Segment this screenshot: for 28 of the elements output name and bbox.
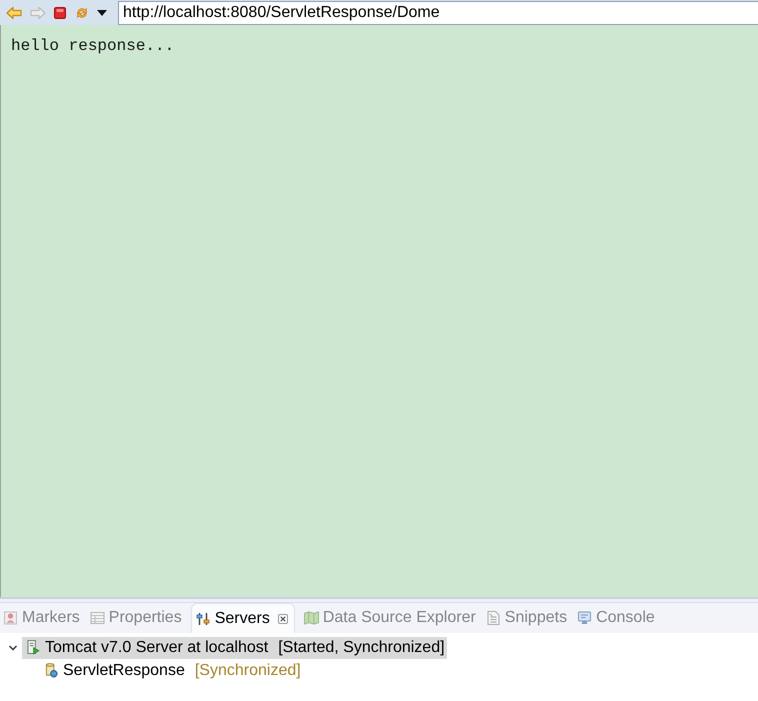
close-icon[interactable] xyxy=(278,614,288,624)
table-icon xyxy=(90,611,105,625)
server-name: Tomcat v7.0 Server at localhost xyxy=(45,638,268,656)
view-tab[interactable]: Data Source Explorer xyxy=(302,603,477,633)
module-name: ServletResponse xyxy=(63,662,185,680)
document-icon xyxy=(486,611,501,625)
tree-item[interactable]: Tomcat v7.0 Server at localhost [Started, Synchronized] xyxy=(22,636,447,658)
view-tab[interactable]: Markers xyxy=(2,603,81,633)
module-status: [Synchronized] xyxy=(194,662,301,680)
expand-chevron-icon[interactable] xyxy=(8,642,18,652)
tree-item[interactable]: ServletResponse [Synchronized] xyxy=(40,660,303,682)
sliders-icon xyxy=(196,612,211,626)
portrait-icon xyxy=(3,611,18,625)
server-play-icon xyxy=(27,640,40,655)
view-tab[interactable]: Servers xyxy=(190,603,295,633)
view-tab[interactable]: Console xyxy=(576,603,656,633)
dropdown-caret-icon xyxy=(97,10,107,16)
view-tab[interactable]: Properties xyxy=(88,603,183,633)
url-field[interactable]: http://localhost:8080/ServletResponse/Dome xyxy=(118,1,758,25)
stop-icon xyxy=(54,6,66,18)
cylinder-globe-icon xyxy=(45,663,58,678)
server-status: [Started, Synchronized] xyxy=(278,638,445,656)
page-text: hello response... xyxy=(11,37,174,55)
view-tab[interactable]: Snippets xyxy=(484,603,568,633)
monitor-icon xyxy=(577,611,592,625)
left-arrow-icon xyxy=(6,6,22,20)
right-arrow-icon xyxy=(30,6,46,20)
map-icon xyxy=(304,611,319,625)
